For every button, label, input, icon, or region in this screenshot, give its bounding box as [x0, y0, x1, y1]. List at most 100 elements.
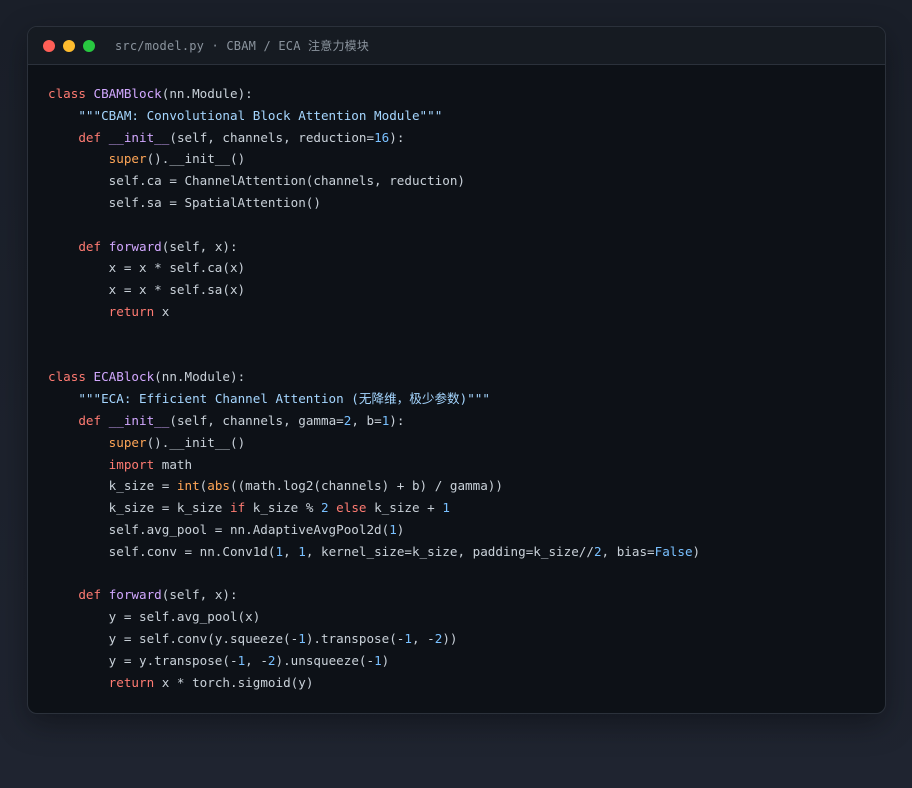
code-line: self.conv = nn.Conv1d(1, 1, kernel_size=… — [48, 541, 865, 563]
code-token: super — [108, 434, 147, 450]
code-line: """CBAM: Convolutional Block Attention M… — [48, 105, 865, 127]
code-token: abs — [207, 478, 230, 494]
code-token: forward — [108, 587, 162, 603]
code-token: forward — [108, 238, 162, 254]
code-token: 1 — [298, 630, 306, 646]
code-token: return — [108, 674, 155, 690]
code-token: else — [336, 500, 367, 516]
code-token: , - — [411, 630, 435, 646]
code-token: x — [154, 303, 170, 319]
code-token: class — [48, 86, 94, 101]
code-line: y = self.avg_pool(x) — [48, 606, 865, 628]
code-token: False — [654, 543, 693, 559]
code-line: return x — [48, 301, 865, 323]
code-line: def __init__(self, channels, reduction=1… — [48, 127, 865, 149]
code-token: , - — [245, 652, 268, 668]
window-title: src/model.py · CBAM / ECA 注意力模块 — [115, 39, 370, 53]
code-token: , kernel_size=k_size, padding=k_size// — [305, 543, 594, 559]
code-token: import — [108, 456, 155, 472]
code-token: int — [176, 478, 200, 494]
code-token: class — [48, 369, 94, 385]
code-line: self.ca = ChannelAttention(channels, red… — [48, 170, 865, 192]
code-token: (self, channels, gamma= — [169, 412, 344, 428]
code-token: if — [229, 500, 246, 516]
code-token: k_size + — [366, 500, 443, 516]
code-token: k_size = k_size — [48, 500, 230, 516]
code-token: ECABlock — [93, 369, 155, 385]
code-token: 1 — [298, 543, 306, 559]
close-dot-icon[interactable] — [43, 39, 55, 52]
code-line: """ECA: Efficient Channel Attention (无降维… — [48, 388, 865, 410]
code-token: ): — [389, 129, 405, 145]
code-token: math — [154, 456, 193, 472]
code-token: ) — [396, 521, 405, 537]
code-token: self.ca = ChannelAttention(channels, red… — [48, 173, 466, 189]
code-token: CBAMBlock — [93, 86, 162, 101]
code-token: def — [78, 129, 109, 145]
code-token: , bias= — [601, 543, 655, 559]
code-token: k_size = — [48, 478, 177, 494]
code-token: y = self.conv(y.squeeze(- — [48, 630, 299, 646]
code-token: ).unsqueeze(- — [275, 652, 375, 668]
code-line: class ECABlock(nn.Module): — [48, 366, 865, 388]
code-line: k_size = k_size if k_size % 2 else k_siz… — [48, 497, 865, 519]
code-token: (self, channels, reduction= — [169, 129, 375, 145]
code-line: import math — [48, 454, 865, 476]
code-token: ().__init__() — [146, 434, 246, 450]
code-line: x = x * self.sa(x) — [48, 279, 865, 301]
code-token: , b= — [351, 412, 382, 428]
code-token: x = x * self.sa(x) — [48, 282, 246, 298]
code-token: x = x * self.ca(x) — [48, 260, 246, 276]
code-line: y = self.conv(y.squeeze(-1).transpose(-1… — [48, 628, 865, 650]
code-token: ).transpose(- — [305, 630, 405, 646]
code-line: k_size = int(abs((math.log2(channels) + … — [48, 475, 865, 497]
code-token: , — [283, 543, 299, 559]
code-line: super().__init__() — [48, 432, 865, 454]
code-token: self.conv = nn.Conv1d( — [48, 543, 276, 559]
code-token: y = y.transpose(- — [48, 652, 238, 668]
code-token: 1 — [275, 543, 284, 559]
code-line: super().__init__() — [48, 148, 865, 170]
code-token: ().__init__() — [146, 151, 246, 167]
code-token: ((math.log2(channels) + b) / gamma)) — [230, 478, 503, 494]
code-token: 2 — [267, 652, 276, 668]
code-token: return — [108, 303, 155, 319]
maximize-dot-icon[interactable] — [83, 39, 95, 52]
window-titlebar: src/model.py · CBAM / ECA 注意力模块 — [28, 27, 885, 65]
code-token: def — [78, 412, 109, 428]
code-token: """CBAM: Convolutional Block Attention M… — [78, 107, 443, 123]
code-line: self.sa = SpatialAttention() — [48, 192, 865, 214]
code-token: (nn.Module): — [161, 86, 253, 101]
code-block: class CBAMBlock(nn.Module): """CBAM: Con… — [28, 65, 885, 693]
code-token: self.avg_pool = nn.AdaptiveAvgPool2d( — [48, 521, 390, 537]
code-token: __init__ — [108, 129, 170, 145]
code-token: (nn.Module): — [154, 369, 246, 385]
code-token: ) — [692, 543, 701, 559]
code-line: def forward(self, x): — [48, 584, 865, 606]
code-token: y = self.avg_pool(x) — [48, 609, 261, 625]
minimize-dot-icon[interactable] — [63, 39, 75, 52]
code-token: 2 — [593, 543, 602, 559]
code-line: x = x * self.ca(x) — [48, 257, 865, 279]
code-token: """ECA: Efficient Channel Attention (无降维… — [78, 391, 490, 407]
code-token: ) — [381, 652, 390, 668]
code-line: y = y.transpose(-1, -2).unsqueeze(-1) — [48, 650, 865, 672]
code-token: 1 — [442, 500, 450, 516]
code-line: class CBAMBlock(nn.Module): — [48, 83, 865, 105]
code-token: 2 — [320, 500, 329, 516]
code-token: __init__ — [108, 412, 170, 428]
code-line: return x * torch.sigmoid(y) — [48, 672, 865, 694]
code-window: src/model.py · CBAM / ECA 注意力模块 class CB… — [27, 26, 886, 714]
